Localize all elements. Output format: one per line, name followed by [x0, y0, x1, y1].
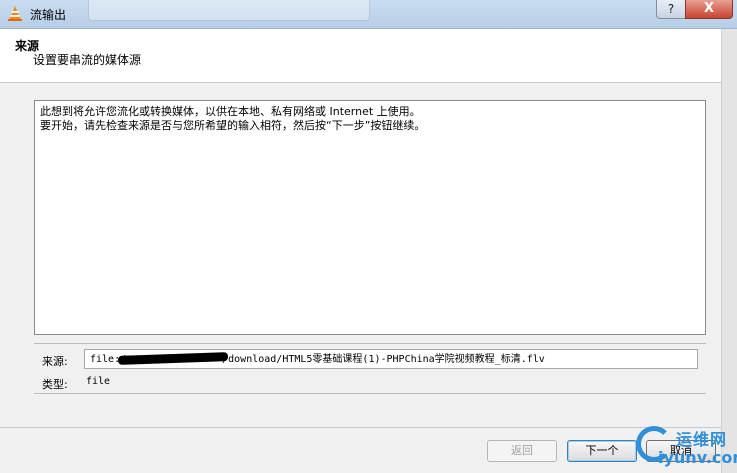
help-button[interactable]: ? [656, 0, 686, 19]
source-value-suffix: /download/HTML5零基础课程(1)-PHPChina学院视频教程_标… [222, 354, 545, 365]
title-bar[interactable]: 流输出 ? X [0, 0, 737, 29]
next-button[interactable]: 下一个 [567, 440, 637, 462]
watermark-top: 运维网 [676, 430, 728, 449]
watermark-bottom: iyunv.com [658, 448, 737, 467]
description-textbox[interactable]: 此想到将允许您流化或转换媒体，以供在本地、私有网络或 Internet 上使用。… [34, 100, 706, 335]
back-button[interactable]: 返回 [487, 440, 557, 462]
description-line-1: 此想到将允许您流化或转换媒体，以供在本地、私有网络或 Internet 上使用。 [40, 105, 421, 118]
description-line-2: 要开始，请先检查来源是否与您所希望的输入相符，然后按“下一步”按钮继续。 [40, 119, 426, 132]
wizard-header: 来源 设置要串流的媒体源 [0, 29, 737, 82]
background-window-edge [721, 29, 737, 473]
header-divider [0, 82, 721, 83]
footer-divider [0, 427, 721, 428]
watermark-logo: 运维网 iyunv.com [636, 424, 737, 472]
background-window-tab [88, 0, 370, 21]
vlc-cone-icon [8, 6, 22, 21]
separator [34, 343, 706, 344]
window-title: 流输出 [30, 8, 67, 22]
close-button[interactable]: X [685, 0, 733, 19]
type-value: file [86, 376, 111, 387]
separator [34, 393, 706, 394]
source-label: 来源: [42, 355, 68, 368]
page-subtitle: 设置要串流的媒体源 [33, 53, 142, 67]
type-label: 类型: [42, 378, 68, 391]
